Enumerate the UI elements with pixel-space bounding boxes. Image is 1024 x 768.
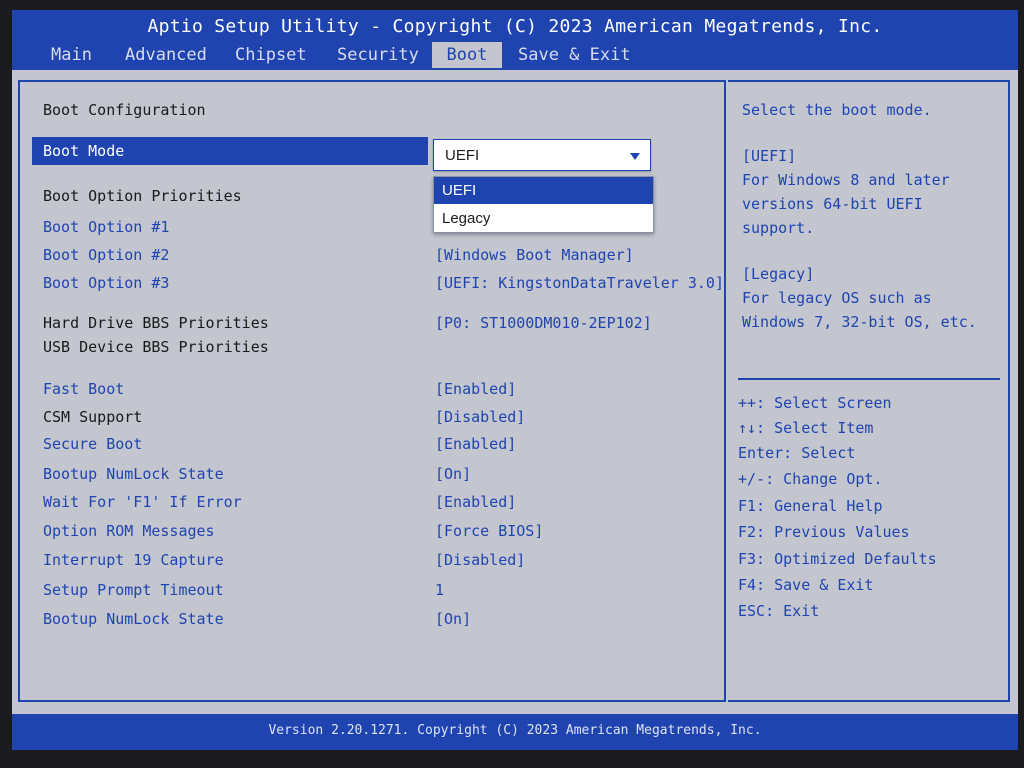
key-hint: ↑↓: Select Item — [738, 419, 874, 437]
secure-boot-label[interactable]: Secure Boot — [43, 435, 142, 453]
wait-f1-error-value[interactable]: [Enabled] — [435, 493, 516, 511]
help-line: For Windows 8 and later — [742, 171, 950, 189]
title-bar: Aptio Setup Utility - Copyright (C) 2023… — [12, 10, 1018, 70]
help-line: [UEFI] — [742, 147, 797, 165]
bootup-numlock-label[interactable]: Bootup NumLock State — [43, 465, 224, 483]
fast-boot-value[interactable]: [Enabled] — [435, 380, 516, 398]
help-divider — [738, 378, 1000, 380]
boot-mode-select[interactable]: UEFI — [433, 139, 651, 171]
key-hint: F4: Save & Exit — [738, 576, 874, 594]
boot-option-3-value[interactable]: [UEFI: KingstonDataTraveler 3.0] — [435, 274, 724, 292]
key-hint: ESC: Exit — [738, 602, 820, 620]
bootup-numlock-2-value[interactable]: [On] — [435, 610, 471, 628]
option-rom-messages-label[interactable]: Option ROM Messages — [43, 522, 215, 540]
csm-support-value[interactable]: [Disabled] — [435, 408, 525, 426]
boot-mode-dropdown: UEFI Legacy — [433, 176, 654, 233]
interrupt-19-capture-value[interactable]: [Disabled] — [435, 551, 525, 569]
bios-screen: Aptio Setup Utility - Copyright (C) 2023… — [12, 10, 1018, 750]
bootup-numlock-value[interactable]: [On] — [435, 465, 471, 483]
tab-security[interactable]: Security — [327, 42, 429, 68]
boot-option-2-label[interactable]: Boot Option #2 — [43, 246, 169, 264]
section-boot-configuration: Boot Configuration — [43, 101, 206, 119]
help-line: Windows 7, 32-bit OS, etc. — [742, 313, 977, 331]
hdd-bbs-priorities-value: [P0: ST1000DM010-2EP102] — [435, 314, 652, 332]
footer-bar: Version 2.20.1271. Copyright (C) 2023 Am… — [12, 714, 1018, 750]
dropdown-option-label: Legacy — [442, 210, 491, 227]
boot-mode-label: Boot Mode — [43, 142, 125, 160]
fast-boot-label[interactable]: Fast Boot — [43, 380, 124, 398]
key-hint: F2: Previous Values — [738, 523, 910, 541]
bootup-numlock-2-label[interactable]: Bootup NumLock State — [43, 610, 224, 628]
key-hint: F1: General Help — [738, 497, 883, 515]
option-rom-messages-value[interactable]: [Force BIOS] — [435, 522, 543, 540]
dropdown-option-legacy[interactable]: Legacy — [434, 205, 653, 232]
boot-mode-value: UEFI — [445, 147, 480, 164]
hdd-bbs-priorities-label[interactable]: Hard Drive BBS Priorities — [43, 314, 269, 332]
key-hint: Enter: Select — [738, 444, 856, 462]
boot-option-2-value[interactable]: [Windows Boot Manager] — [435, 246, 634, 264]
tab-main[interactable]: Main — [41, 42, 102, 68]
csm-support-label[interactable]: CSM Support — [43, 408, 142, 426]
help-line: [Legacy] — [742, 265, 815, 283]
section-boot-option-priorities: Boot Option Priorities — [43, 187, 242, 205]
dropdown-option-uefi[interactable]: UEFI — [434, 177, 653, 204]
key-hint: +/-: Change Opt. — [738, 470, 883, 488]
chevron-down-icon — [630, 153, 640, 160]
setup-prompt-timeout-label[interactable]: Setup Prompt Timeout — [43, 581, 224, 599]
key-hint: F3: Optimized Defaults — [738, 550, 937, 568]
boot-option-1-label[interactable]: Boot Option #1 — [43, 218, 169, 236]
help-line: Select the boot mode. — [742, 101, 932, 119]
interrupt-19-capture-label[interactable]: Interrupt 19 Capture — [43, 551, 224, 569]
tab-chipset[interactable]: Chipset — [225, 42, 317, 68]
usb-bbs-priorities-label[interactable]: USB Device BBS Priorities — [43, 338, 269, 356]
tab-save-exit[interactable]: Save & Exit — [508, 42, 641, 68]
key-hint: ++: Select Screen — [738, 394, 892, 412]
help-line: For legacy OS such as — [742, 289, 932, 307]
app-title: Aptio Setup Utility - Copyright (C) 2023… — [147, 16, 883, 37]
tab-advanced[interactable]: Advanced — [115, 42, 217, 68]
secure-boot-value[interactable]: [Enabled] — [435, 435, 516, 453]
help-line: versions 64-bit UEFI — [742, 195, 923, 213]
setup-prompt-timeout-value[interactable]: 1 — [435, 581, 444, 599]
footer-version: Version 2.20.1271. Copyright (C) 2023 Am… — [268, 723, 762, 738]
dropdown-option-label: UEFI — [442, 182, 477, 199]
boot-mode-row[interactable]: Boot Mode — [32, 137, 428, 165]
boot-option-3-label[interactable]: Boot Option #3 — [43, 274, 169, 292]
tab-boot[interactable]: Boot — [432, 42, 502, 68]
wait-f1-error-label[interactable]: Wait For 'F1' If Error — [43, 493, 242, 511]
help-line: support. — [742, 219, 815, 237]
